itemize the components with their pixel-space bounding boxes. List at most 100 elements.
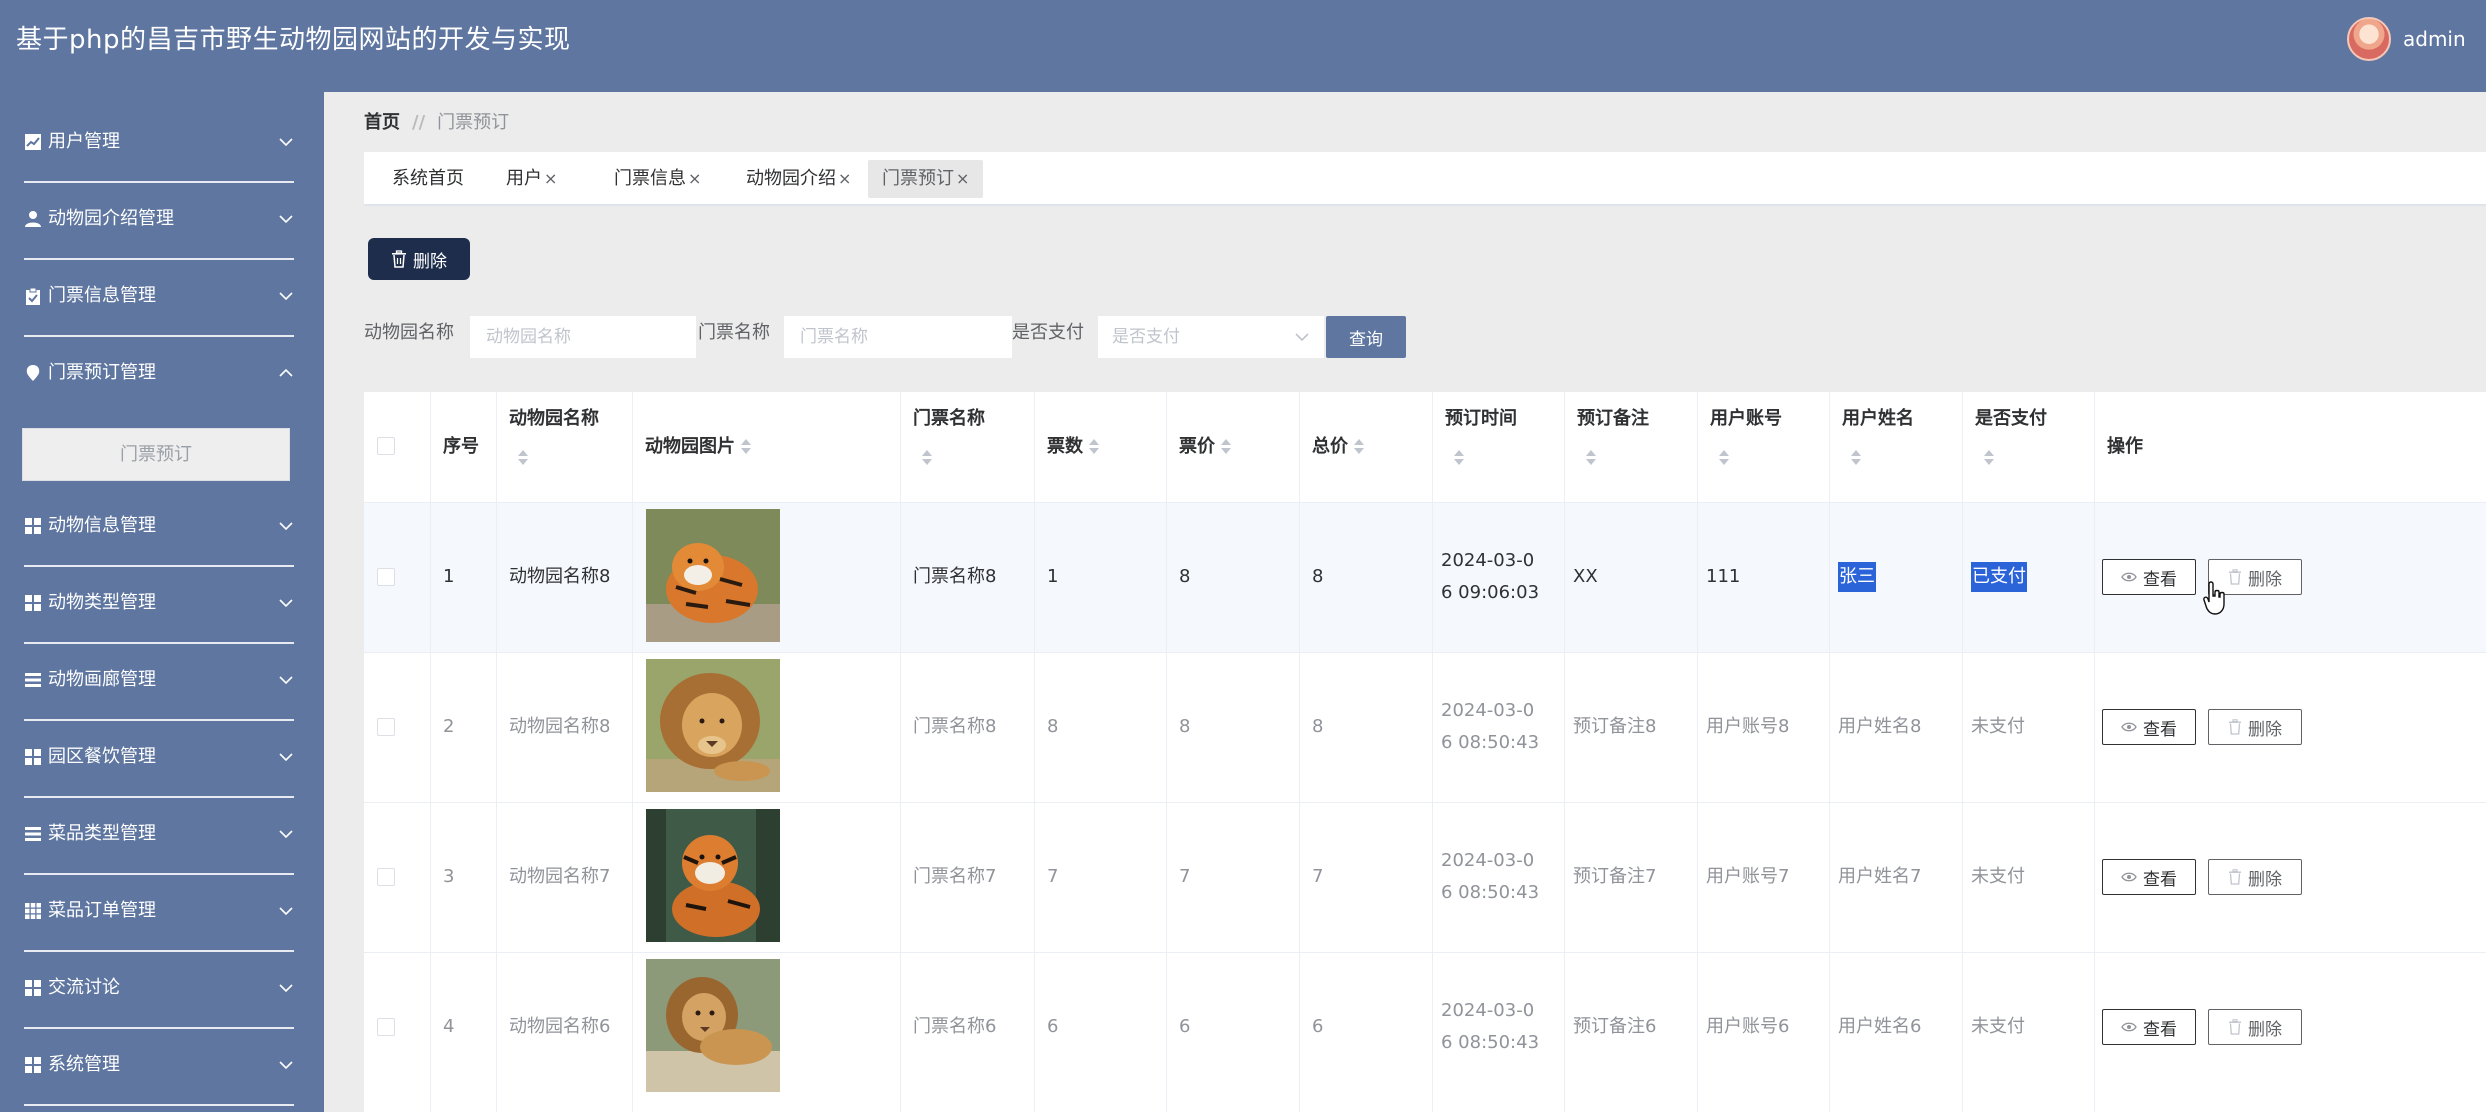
grid-icon <box>25 749 41 765</box>
row-checkbox[interactable] <box>377 718 395 736</box>
cell-account: 111 <box>1706 566 1741 587</box>
zoo-image-tiger[interactable] <box>646 509 780 642</box>
header-account[interactable]: 用户账号 <box>1697 392 1829 502</box>
tab-label: 用户 <box>506 168 542 189</box>
tab-ticket-info[interactable]: 门票信息 × <box>600 160 715 198</box>
sidebar-item-animal-type-management[interactable]: 动物类型管理 <box>0 567 324 644</box>
sort-icon[interactable] <box>1354 439 1364 455</box>
header-label: 是否支付 <box>1975 408 2047 429</box>
view-button[interactable]: 查看 <box>2102 859 2196 895</box>
row-divider <box>364 652 2486 653</box>
eye-icon <box>2121 722 2137 732</box>
header-label: 总价 <box>1312 436 1348 457</box>
chevron-down-icon <box>279 676 293 685</box>
sidebar-item-ticket-booking-management[interactable]: 门票预订管理 <box>0 337 324 414</box>
cell-index: 3 <box>443 866 455 887</box>
sort-icon[interactable] <box>518 450 528 466</box>
cell-note: XX <box>1573 566 1598 587</box>
batch-delete-button[interactable]: 删除 <box>368 238 470 280</box>
sort-icon[interactable] <box>1221 439 1231 455</box>
avatar[interactable] <box>2347 17 2391 61</box>
close-icon[interactable]: × <box>544 169 557 188</box>
sidebar-item-park-dining-management[interactable]: 园区餐饮管理 <box>0 721 324 798</box>
sort-icon[interactable] <box>1719 450 1729 466</box>
delete-button[interactable]: 删除 <box>2208 709 2302 745</box>
query-button[interactable]: 查询 <box>1326 316 1406 358</box>
row-checkbox[interactable] <box>377 568 395 586</box>
breadcrumb-home[interactable]: 首页 <box>364 112 400 133</box>
sidebar-item-animal-info-management[interactable]: 动物信息管理 <box>0 490 324 567</box>
cell-ticket-name: 门票名称6 <box>913 1016 997 1037</box>
sidebar-item-label: 动物类型管理 <box>48 592 156 613</box>
batch-delete-label: 删除 <box>413 251 447 271</box>
sort-icon[interactable] <box>1984 450 1994 466</box>
sort-icon[interactable] <box>1454 450 1464 466</box>
header-label: 动物园图片 <box>645 436 735 457</box>
sidebar-item-user-management[interactable]: 用户管理 <box>0 106 324 183</box>
close-icon[interactable]: × <box>688 169 701 188</box>
delete-button[interactable]: 删除 <box>2208 859 2302 895</box>
sidebar-item-system-management[interactable]: 系统管理 <box>0 1029 324 1106</box>
zoo-image-lion[interactable] <box>646 959 780 1092</box>
sidebar-item-discussion[interactable]: 交流讨论 <box>0 952 324 1029</box>
sidebar-item-dish-order-management[interactable]: 菜品订单管理 <box>0 875 324 952</box>
header-zoo-image[interactable]: 动物园图片 <box>632 392 900 502</box>
header-total[interactable]: 总价 <box>1299 392 1432 502</box>
header-paid[interactable]: 是否支付 <box>1962 392 2094 502</box>
header-label: 用户账号 <box>1710 408 1782 429</box>
clipboard-icon <box>26 287 40 305</box>
cell-zoo-name: 动物园名称8 <box>509 716 611 737</box>
header-label: 预订备注 <box>1577 408 1649 429</box>
header-time[interactable]: 预订时间 <box>1432 392 1564 502</box>
header-zoo-name[interactable]: 动物园名称 <box>496 392 632 502</box>
trash-icon <box>392 250 406 268</box>
zoo-name-input[interactable]: 动物园名称 <box>470 316 696 358</box>
cell-paid: 未支付 <box>1971 866 2025 887</box>
sidebar-item-label: 菜品订单管理 <box>48 900 156 921</box>
close-icon[interactable]: × <box>838 169 851 188</box>
cell-time-line1: 2024-03-0 <box>1441 1000 1535 1021</box>
cell-time-line1: 2024-03-0 <box>1441 550 1535 571</box>
zoo-name-filter-label: 动物园名称 <box>364 322 454 343</box>
ticket-name-input[interactable]: 门票名称 <box>784 316 1012 358</box>
sort-icon[interactable] <box>1851 450 1861 466</box>
column-divider <box>1697 392 1698 1112</box>
delete-button[interactable]: 删除 <box>2208 1009 2302 1045</box>
column-divider <box>430 392 431 1112</box>
header-ticket-name[interactable]: 门票名称 <box>900 392 1034 502</box>
view-button[interactable]: 查看 <box>2102 559 2196 595</box>
row-checkbox[interactable] <box>377 868 395 886</box>
close-icon[interactable]: × <box>956 169 969 188</box>
row-checkbox[interactable] <box>377 1018 395 1036</box>
sort-icon[interactable] <box>1089 439 1099 455</box>
header-label: 票数 <box>1047 436 1083 457</box>
cell-zoo-name: 动物园名称8 <box>509 566 611 587</box>
tab-system-home[interactable]: 系统首页 <box>378 160 478 198</box>
sort-icon[interactable] <box>1586 450 1596 466</box>
sidebar-item-dish-type-management[interactable]: 菜品类型管理 <box>0 798 324 875</box>
trash-icon <box>2229 569 2241 585</box>
tab-ticket-booking[interactable]: 门票预订 × <box>868 160 984 198</box>
sidebar-item-animal-gallery-management[interactable]: 动物画廊管理 <box>0 644 324 721</box>
sidebar-item-zoo-intro-management[interactable]: 动物园介绍管理 <box>0 183 324 260</box>
select-all-checkbox[interactable] <box>377 437 395 455</box>
chart-icon <box>25 134 41 150</box>
admin-username[interactable]: admin <box>2403 24 2466 54</box>
header-label: 预订时间 <box>1445 408 1517 429</box>
sidebar-item-ticket-info-management[interactable]: 门票信息管理 <box>0 260 324 337</box>
sort-icon[interactable] <box>922 450 932 466</box>
header-note[interactable]: 预订备注 <box>1564 392 1697 502</box>
paid-select[interactable]: 是否支付 <box>1098 316 1324 358</box>
app-title: 基于php的昌吉市野生动物园网站的开发与实现 <box>16 25 571 55</box>
zoo-image-lion[interactable] <box>646 659 780 792</box>
header-price[interactable]: 票价 <box>1166 392 1299 502</box>
tab-user[interactable]: 用户 × <box>492 160 571 198</box>
tab-zoo-intro[interactable]: 动物园介绍 × <box>732 160 865 198</box>
zoo-image-tiger[interactable] <box>646 809 780 942</box>
header-username[interactable]: 用户姓名 <box>1829 392 1962 502</box>
submenu-item-ticket-booking[interactable]: 门票预订 <box>22 428 290 481</box>
view-button[interactable]: 查看 <box>2102 709 2196 745</box>
view-button[interactable]: 查看 <box>2102 1009 2196 1045</box>
header-count[interactable]: 票数 <box>1034 392 1166 502</box>
sort-icon[interactable] <box>741 439 751 455</box>
